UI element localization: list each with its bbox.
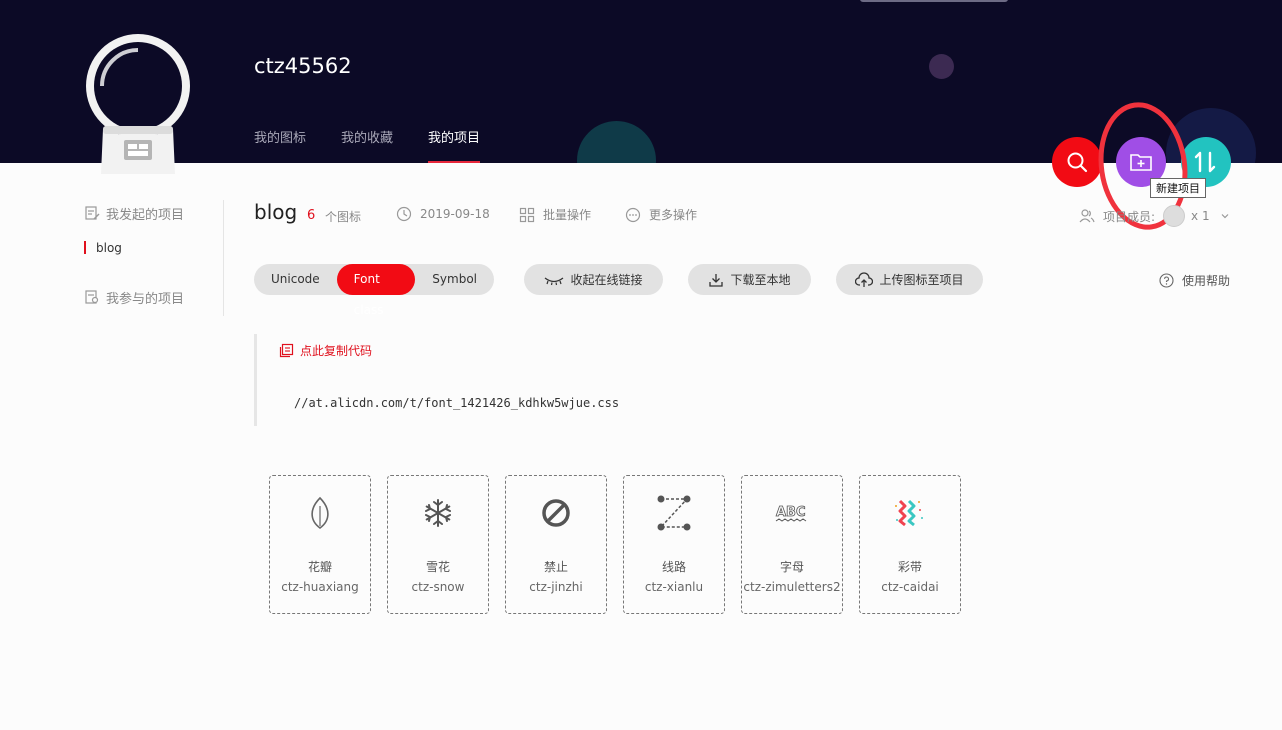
folder-plus-icon — [1130, 154, 1152, 171]
snowflake-icon — [425, 499, 451, 527]
tab-symbol[interactable]: Symbol — [415, 264, 494, 295]
icon-class: ctz-jinzhi — [529, 580, 583, 594]
abc-icon: ABC — [776, 505, 807, 522]
icon-count: 6 — [307, 208, 316, 223]
project-members[interactable]: 项目成员: x 1 — [1079, 205, 1230, 227]
batch-operation-button[interactable]: 批量操作 — [519, 206, 591, 223]
tab-my-favorites[interactable]: 我的收藏 — [341, 128, 393, 163]
icon-name: 线路 — [661, 560, 686, 574]
route-icon — [657, 495, 691, 531]
code-format-tabs: Unicode Font class Symbol — [254, 264, 494, 317]
font-css-url[interactable]: //at.alicdn.com/t/font_1421426_kdhkw5wju… — [294, 396, 619, 410]
sidebar-joined-projects[interactable]: 我参与的项目 — [84, 284, 223, 310]
more-icon — [625, 207, 641, 222]
upload-label: 上传图标至项目 — [879, 273, 964, 287]
download-icon — [709, 273, 724, 287]
copy-code-link[interactable]: 点此复制代码 — [279, 342, 372, 359]
icon-name: 字母 — [779, 560, 804, 574]
icon-grid: 花瓣 ctz-huaxiang 雪花 ctz-snow 禁止 ctz-jinzh… — [269, 475, 977, 614]
sidebar-my-projects-label: 我发起的项目 — [106, 207, 185, 223]
decorative-planet — [577, 121, 656, 163]
icon-count-label: 个图标 — [325, 210, 362, 224]
more-operations-label: 更多操作 — [649, 208, 698, 222]
tab-font-class[interactable]: Font class — [336, 264, 416, 317]
members-label: 项目成员: — [1103, 209, 1156, 224]
tab-my-projects[interactable]: 我的项目 — [428, 128, 481, 163]
icon-card[interactable]: 禁止 ctz-jinzhi — [505, 475, 607, 614]
copy-icon — [279, 343, 294, 358]
icon-class: ctz-zimuletters2 — [743, 580, 841, 594]
tab-my-icons[interactable]: 我的图标 — [254, 128, 306, 163]
icon-card[interactable]: 花瓣 ctz-huaxiang — [269, 475, 371, 614]
more-operations-button[interactable]: 更多操作 — [625, 206, 697, 223]
question-circle-icon — [1159, 273, 1174, 288]
collapse-link-button[interactable]: 收起在线链接 — [524, 264, 663, 295]
help-link[interactable]: 使用帮助 — [1159, 272, 1230, 289]
icon-class: ctz-snow — [411, 580, 465, 594]
help-label: 使用帮助 — [1182, 274, 1231, 288]
icon-class: ctz-huaxiang — [281, 580, 359, 594]
icon-name: 雪花 — [425, 560, 450, 574]
avatar[interactable] — [85, 34, 191, 174]
users-icon — [1079, 209, 1095, 223]
tooltip: 新建项目 — [1150, 178, 1206, 198]
sort-icon — [1194, 151, 1216, 173]
icon-card[interactable]: 线路 ctz-xianlu — [623, 475, 725, 614]
grid-icon — [519, 207, 535, 222]
icon-card[interactable]: ABC 字母 ctz-zimuletters2 — [741, 475, 843, 614]
ribbon-icon — [895, 499, 923, 527]
decorative-planet — [929, 54, 954, 79]
copy-code-label: 点此复制代码 — [300, 344, 373, 358]
project-title: blog — [254, 200, 298, 224]
profile-header: ctz45562 我的图标 我的收藏 我的项目 — [0, 0, 1282, 163]
project-date: 2019-09-18 — [396, 206, 490, 222]
sidebar-item-blog[interactable]: blog — [84, 240, 223, 256]
batch-operation-label: 批量操作 — [543, 208, 592, 222]
eye-closed-icon — [545, 276, 564, 285]
upload-icon-button[interactable]: 上传图标至项目 — [836, 264, 983, 295]
icon-card[interactable]: 雪花 ctz-snow — [387, 475, 489, 614]
members-count: x 1 — [1191, 209, 1210, 223]
clock-icon — [396, 206, 412, 222]
icon-class: ctz-caidai — [881, 580, 939, 594]
profile-nav: 我的图标 我的收藏 我的项目 — [254, 128, 515, 163]
search-button[interactable] — [1052, 137, 1102, 187]
svg-text:ABC: ABC — [776, 505, 806, 520]
document-edit-icon — [85, 206, 100, 220]
icon-class: ctz-xianlu — [644, 580, 704, 594]
chevron-down-icon — [1221, 214, 1229, 219]
search-icon — [1067, 152, 1088, 173]
download-label: 下载至本地 — [730, 273, 791, 287]
code-block: 点此复制代码 //at.alicdn.com/t/font_1421426_kd… — [254, 334, 1264, 426]
tab-unicode[interactable]: Unicode — [254, 264, 337, 295]
project-sidebar: 我发起的项目 blog 我参与的项目 — [84, 200, 224, 316]
header-scrollbar — [860, 0, 1008, 2]
petal-icon — [311, 496, 329, 529]
icon-name: 花瓣 — [307, 560, 332, 574]
sidebar-joined-projects-label: 我参与的项目 — [106, 291, 185, 307]
forbidden-icon — [542, 499, 570, 527]
sidebar-my-projects[interactable]: 我发起的项目 — [84, 200, 223, 226]
icon-name: 禁止 — [543, 560, 568, 574]
username: ctz45562 — [254, 54, 352, 78]
icon-name: 彩带 — [897, 560, 922, 574]
project-date-text: 2019-09-18 — [420, 207, 490, 221]
icon-card[interactable]: 彩带 ctz-caidai — [859, 475, 961, 614]
collapse-link-label: 收起在线链接 — [570, 273, 643, 287]
download-button[interactable]: 下载至本地 — [688, 264, 811, 295]
member-avatar — [1163, 205, 1186, 227]
cloud-upload-icon — [855, 271, 874, 287]
document-search-icon — [85, 290, 99, 304]
